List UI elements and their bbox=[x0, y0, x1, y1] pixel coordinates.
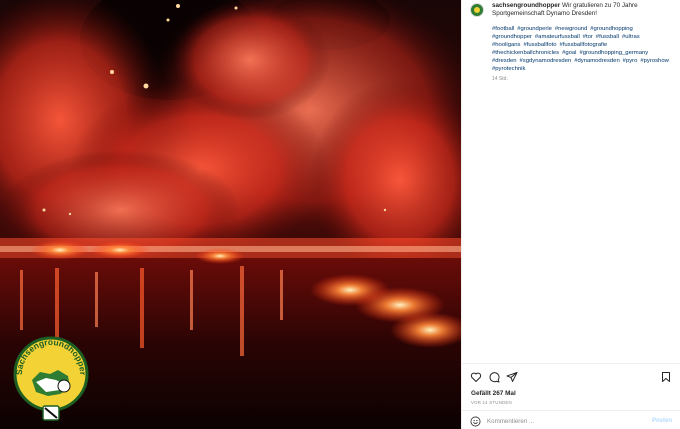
hashtag-link[interactable]: #groundhopping bbox=[590, 26, 633, 32]
post-timestamp: VOR 14 STUNDEN bbox=[471, 400, 512, 405]
hashtag-link[interactable]: #sgdynamodresden bbox=[520, 58, 572, 64]
hashtag-link[interactable]: #pyroshow bbox=[640, 58, 669, 64]
hashtag-link[interactable]: #thechickenballchronicles bbox=[492, 50, 559, 56]
hashtag-link[interactable]: #amateurfussball bbox=[535, 34, 580, 40]
post-media[interactable]: Sachsengroundhopper bbox=[0, 0, 461, 429]
hashtag-link[interactable]: #pyrotechnik bbox=[492, 66, 525, 72]
post-comment-button[interactable]: Posten bbox=[652, 418, 672, 424]
hashtag-link[interactable]: #tor bbox=[583, 34, 593, 40]
hashtag-link[interactable]: #pyro bbox=[623, 58, 638, 64]
hashtag-link[interactable]: #groundhopping_germany bbox=[579, 50, 648, 56]
hashtag-link[interactable]: #dynamodresden bbox=[574, 58, 620, 64]
bookmark-icon[interactable] bbox=[660, 371, 672, 383]
hashtag-link[interactable]: #football bbox=[492, 26, 514, 32]
comment-time: 14 Std. bbox=[492, 76, 508, 82]
hashtag-link[interactable]: #dresden bbox=[492, 58, 517, 64]
hashtag-link[interactable]: #fussball bbox=[596, 34, 619, 40]
caption: sachsengroundhopper Wir gratulieren zu 7… bbox=[492, 2, 674, 18]
likes-count[interactable]: Gefällt 267 Mal bbox=[471, 390, 516, 397]
hashtag-link[interactable]: #fussballfoto bbox=[523, 42, 556, 48]
comment-bar: Posten bbox=[470, 414, 672, 428]
action-bar bbox=[470, 371, 672, 384]
username-link[interactable]: sachsengroundhopper bbox=[492, 2, 560, 9]
hashtag-link[interactable]: #groundperle bbox=[517, 26, 552, 32]
hashtag-link[interactable]: #goal bbox=[562, 50, 576, 56]
post-sidebar: sachsengroundhopper Wir gratulieren zu 7… bbox=[461, 0, 680, 429]
heart-icon[interactable] bbox=[470, 371, 482, 383]
divider bbox=[462, 363, 680, 364]
emoji-icon[interactable] bbox=[470, 416, 481, 427]
comment-input[interactable] bbox=[487, 417, 637, 425]
hashtag-link[interactable]: #groundhopper bbox=[492, 34, 532, 40]
avatar[interactable] bbox=[470, 3, 484, 17]
post-header: sachsengroundhopper Wir gratulieren zu 7… bbox=[470, 2, 674, 18]
hashtag-link[interactable]: #hooligans bbox=[492, 42, 521, 48]
sachsengroundhopper-logo: Sachsengroundhopper bbox=[13, 336, 89, 421]
hashtag-link[interactable]: #fussballfotografie bbox=[559, 42, 607, 48]
hashtag-list: #football #groundperle #newground #groun… bbox=[492, 25, 672, 74]
hashtag-link[interactable]: #newground bbox=[555, 26, 587, 32]
comment-icon[interactable] bbox=[488, 371, 500, 383]
divider bbox=[462, 410, 680, 411]
hashtag-link[interactable]: #ultras bbox=[622, 34, 640, 40]
paper-plane-icon[interactable] bbox=[506, 371, 518, 383]
